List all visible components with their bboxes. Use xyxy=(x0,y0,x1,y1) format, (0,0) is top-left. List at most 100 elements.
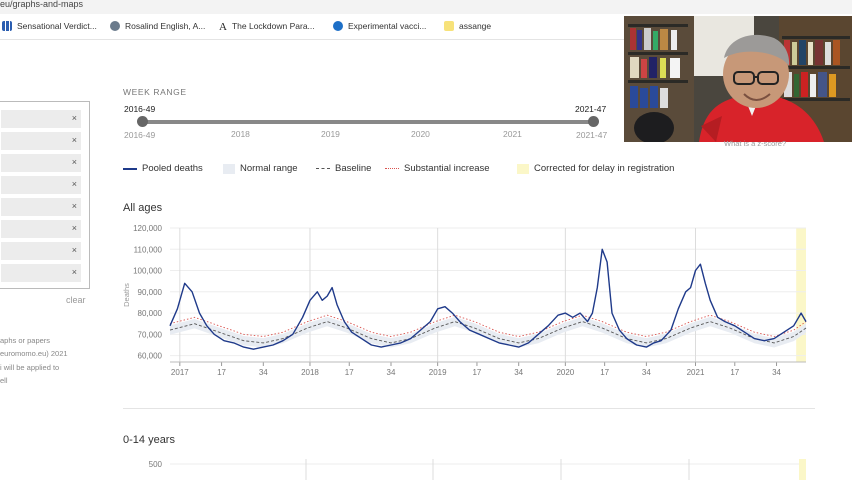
filter-row: × xyxy=(1,132,81,150)
x-tick-label: 34 xyxy=(259,368,268,377)
letter-a-icon: A xyxy=(219,21,227,33)
bookmark-label: assange xyxy=(459,21,492,31)
y-tick-label: 100,000 xyxy=(133,267,162,276)
legend-item-pooled-deaths[interactable]: Pooled deaths xyxy=(123,163,203,174)
x-tick-label: 34 xyxy=(514,368,523,377)
legend-label: Substantial increase xyxy=(404,163,490,174)
filter-row: × xyxy=(1,110,81,128)
y-tick-label: 60,000 xyxy=(138,352,163,361)
globe-icon xyxy=(110,21,120,31)
address-bar[interactable]: eu/graphs-and-maps xyxy=(0,0,852,14)
week-range-heading: WEEK RANGE xyxy=(123,87,187,97)
range-year-tick: 2018 xyxy=(231,129,250,139)
bookmark-label: Experimental vacci... xyxy=(348,21,427,31)
filter-row: × xyxy=(1,154,81,172)
legend-item-corrected-delay[interactable]: Corrected for delay in registration xyxy=(517,163,674,174)
bookmark-sensational-verdict[interactable]: Sensational Verdict... xyxy=(2,21,97,31)
y-tick-label: 70,000 xyxy=(138,330,163,339)
x-tick-label: 34 xyxy=(642,368,651,377)
bookmark-label: The Lockdown Para... xyxy=(231,21,315,31)
range-end-label: 2021-47 xyxy=(575,104,607,114)
range-start-bottom-label: 2016-49 xyxy=(124,130,156,140)
clear-link[interactable]: clear xyxy=(66,295,86,305)
solid-line-swatch xyxy=(123,167,137,170)
range-year-tick: 2021 xyxy=(503,129,522,139)
age-0-14-chart[interactable]: 500 xyxy=(120,455,820,480)
bookmark-label: Rosalind English, A... xyxy=(125,21,206,31)
legend-label: Baseline xyxy=(335,163,372,174)
corrected-region xyxy=(799,459,806,480)
x-tick-label: 17 xyxy=(600,368,609,377)
remove-filter-icon[interactable]: × xyxy=(72,179,77,189)
remove-filter-icon[interactable]: × xyxy=(72,223,77,233)
all-ages-chart[interactable]: 60,000 70,000 80,000 90,000 100,000 110,000 12… xyxy=(120,220,820,390)
x-tick-label: 2018 xyxy=(301,368,319,377)
range-year-tick: 2019 xyxy=(321,129,340,139)
bookmark-experimental-vaccine[interactable]: Experimental vacci... xyxy=(333,21,426,31)
remove-filter-icon[interactable]: × xyxy=(72,113,77,123)
x-tick-label: 17 xyxy=(730,368,739,377)
x-tick-label: 34 xyxy=(772,368,781,377)
y-tick-label: 90,000 xyxy=(138,288,163,297)
dotted-line-swatch xyxy=(385,168,399,169)
side-text-line: euromomo.eu) 2021 xyxy=(0,349,68,358)
remove-filter-icon[interactable]: × xyxy=(72,267,77,277)
legend-label: Corrected for delay in registration xyxy=(534,163,675,174)
grid-icon xyxy=(2,21,12,31)
section-divider xyxy=(123,408,815,409)
x-tick-label: 17 xyxy=(345,368,354,377)
folder-icon xyxy=(444,21,454,31)
week-range-track[interactable] xyxy=(142,120,594,124)
bookmark-lockdown-paradox[interactable]: A The Lockdown Para... xyxy=(219,21,315,33)
remove-filter-icon[interactable]: × xyxy=(72,157,77,167)
filter-row: × xyxy=(1,264,81,282)
filter-row: × xyxy=(1,176,81,194)
legend-item-baseline[interactable]: Baseline xyxy=(316,163,371,174)
url-text: eu/graphs-and-maps xyxy=(0,0,84,9)
x-tick-label: 2017 xyxy=(171,368,189,377)
range-start-label: 2016-49 xyxy=(124,104,156,114)
range-year-tick: 2020 xyxy=(411,129,430,139)
remove-filter-icon[interactable]: × xyxy=(72,201,77,211)
news-icon xyxy=(333,21,343,31)
legend-label: Normal range xyxy=(240,163,298,174)
filter-row: × xyxy=(1,198,81,216)
all-ages-chart-svg: 60,000 70,000 80,000 90,000 100,000 110,000 12… xyxy=(122,224,807,377)
side-text-line: i will be applied to xyxy=(0,363,60,372)
x-tick-label: 17 xyxy=(472,368,481,377)
range-end-bottom-label: 2021-47 xyxy=(576,130,608,140)
y-tick-label: 120,000 xyxy=(133,224,162,233)
side-text-line: aphs or papers xyxy=(0,336,51,345)
filter-row: × xyxy=(1,242,81,260)
range-end-handle[interactable] xyxy=(588,116,599,127)
y-axis-label: Deaths xyxy=(122,283,131,307)
bookmark-rosalind-english[interactable]: Rosalind English, A... xyxy=(110,21,205,31)
side-text-line: ell xyxy=(0,376,8,385)
x-tick-label: 2020 xyxy=(556,368,574,377)
chart-title-0-14-years: 0-14 years xyxy=(123,434,175,446)
remove-filter-icon[interactable]: × xyxy=(72,135,77,145)
country-filter-panel: × × × × × × × × xyxy=(0,101,90,289)
corrected-region xyxy=(796,228,806,362)
dashed-line-swatch xyxy=(316,168,330,169)
age-0-14-chart-svg: 500 xyxy=(149,459,806,480)
y-tick-label: 110,000 xyxy=(134,245,163,254)
y-tick-label: 80,000 xyxy=(138,309,163,318)
bookmark-label: Sensational Verdict... xyxy=(17,21,97,31)
filter-row: × xyxy=(1,220,81,238)
webcam-overlay xyxy=(624,16,852,142)
legend-item-substantial-increase[interactable]: Substantial increase xyxy=(385,163,490,174)
zscore-help-link[interactable]: What is a z-score? xyxy=(724,139,786,148)
bookmark-folder-assange[interactable]: assange xyxy=(444,21,491,31)
x-tick-label: 2021 xyxy=(687,368,705,377)
x-tick-label: 2019 xyxy=(429,368,447,377)
corrected-swatch xyxy=(517,163,529,174)
legend-label: Pooled deaths xyxy=(142,163,203,174)
band-swatch xyxy=(223,163,235,174)
remove-filter-icon[interactable]: × xyxy=(72,245,77,255)
chart-title-all-ages: All ages xyxy=(123,202,163,214)
x-tick-label: 17 xyxy=(217,368,226,377)
legend-item-normal-range[interactable]: Normal range xyxy=(223,163,298,174)
x-tick-label: 34 xyxy=(387,368,396,377)
range-start-handle[interactable] xyxy=(137,116,148,127)
